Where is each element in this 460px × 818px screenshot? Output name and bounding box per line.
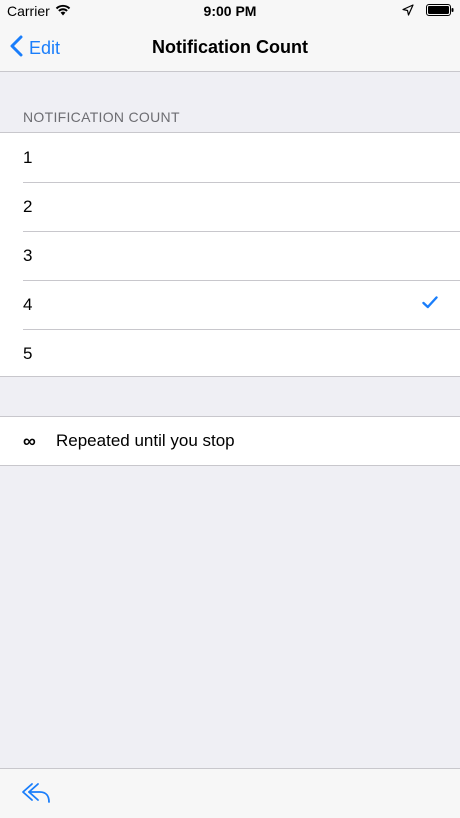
status-right	[402, 3, 454, 19]
count-option-label: 3	[23, 245, 33, 265]
reply-icon[interactable]	[20, 781, 52, 810]
status-bar: Carrier 9:00 PM	[0, 0, 460, 24]
page-title: Notification Count	[152, 37, 308, 57]
bottom-toolbar	[0, 768, 460, 818]
navigation-bar: Edit Notification Count	[0, 24, 460, 72]
battery-icon	[426, 3, 454, 19]
count-option-label: 5	[23, 343, 33, 363]
count-option-1[interactable]: 1	[0, 133, 460, 182]
repeat-label: Repeated until you stop	[56, 431, 235, 450]
count-option-3[interactable]: 3	[0, 231, 460, 280]
count-option-label: 2	[23, 196, 33, 216]
location-icon	[402, 3, 414, 19]
repeat-until-stop-option[interactable]: ∞ Repeated until you stop	[0, 417, 460, 465]
repeat-list: ∞ Repeated until you stop	[0, 416, 460, 466]
checkmark-icon	[422, 296, 438, 314]
count-option-4[interactable]: 4	[0, 280, 460, 329]
section-header: NOTIFICATION COUNT	[23, 109, 180, 125]
notification-count-list: 1 2 3 4 5	[0, 132, 460, 377]
status-time: 9:00 PM	[203, 3, 257, 19]
count-option-label: 1	[23, 147, 33, 167]
infinity-icon: ∞	[23, 430, 36, 451]
count-option-label: 4	[23, 294, 33, 314]
count-option-2[interactable]: 2	[0, 182, 460, 231]
count-option-5[interactable]: 5	[0, 329, 460, 378]
